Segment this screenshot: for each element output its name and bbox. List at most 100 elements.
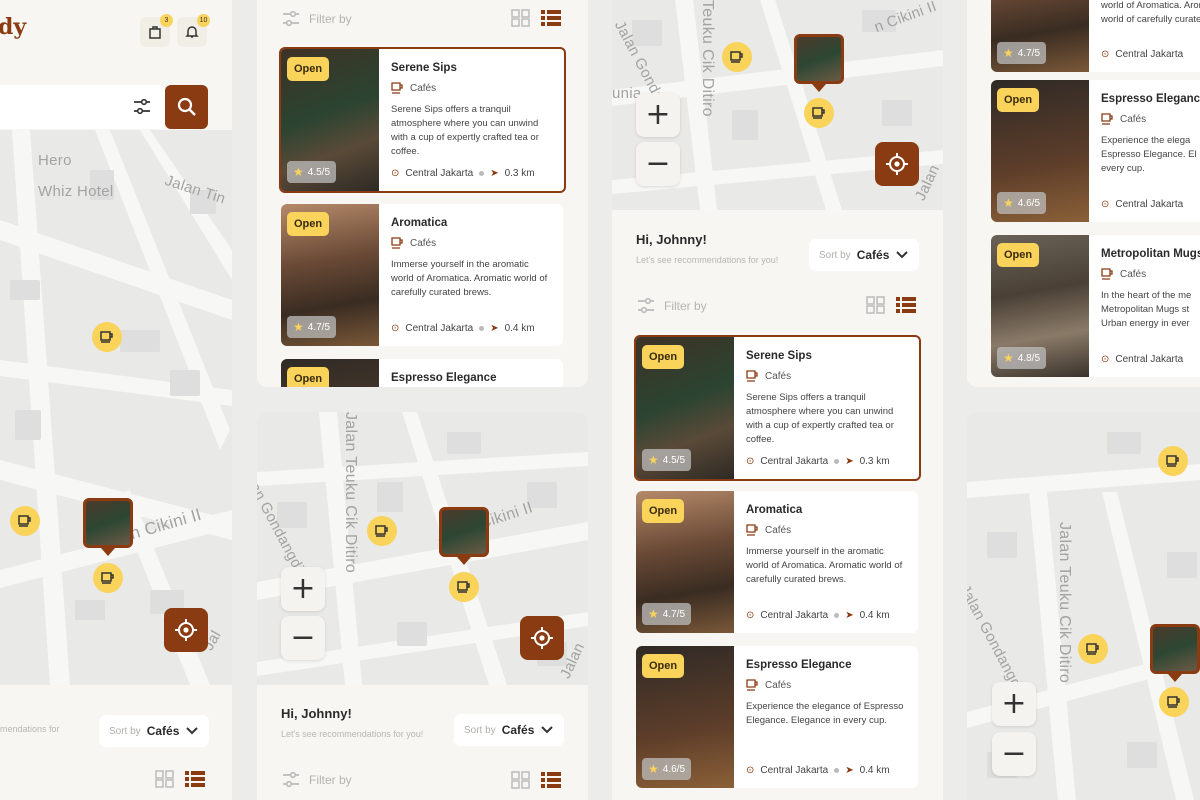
grid-view-icon[interactable]	[511, 9, 531, 27]
shop-name: Espresso Eleganc	[1101, 93, 1200, 105]
navigation-arrow-icon: ➤	[845, 456, 854, 467]
shop-category: Cafés	[391, 237, 553, 249]
notification-button[interactable]: 10	[177, 14, 210, 47]
sort-dropdown[interactable]: Sort by Cafés	[809, 239, 920, 271]
filter-by-button[interactable]: Filter by	[281, 10, 352, 28]
sort-value: Cafés	[856, 248, 890, 262]
cafe-pin[interactable]	[93, 563, 123, 593]
grid-view-icon[interactable]	[866, 296, 886, 314]
grid-view-icon[interactable]	[155, 770, 175, 788]
shop-meta: ⊙ Central Jakarta ➤ 0.3 km	[391, 168, 535, 179]
zoom-out-button[interactable]: −	[636, 142, 680, 186]
minus-icon: −	[1001, 736, 1027, 771]
view-toggle[interactable]	[866, 296, 916, 314]
coffee-cup-icon	[1086, 643, 1099, 655]
list-view-icon[interactable]	[896, 296, 916, 314]
bag-button[interactable]: 3	[140, 14, 173, 47]
shop-name: Serene Sips	[746, 350, 812, 362]
coffee-cup-icon	[101, 572, 114, 584]
coffee-cup-icon	[391, 82, 403, 94]
cafe-pin[interactable]	[722, 42, 752, 72]
shop-photo: Open ★ 4.6/5	[636, 646, 734, 788]
shop-card-espresso-elegance-partial[interactable]: Open ★ 4.6/5 Espresso Eleganc Cafés Exper…	[991, 80, 1200, 222]
zoom-out-button[interactable]: −	[992, 732, 1036, 776]
crosshair-icon	[531, 627, 553, 649]
open-badge: Open	[287, 367, 330, 387]
shop-description: Experience the elegance of Espresso Eleg…	[746, 701, 904, 726]
shop-category: Cafés	[746, 679, 908, 691]
rating-badge: ★ 4.7/5	[642, 603, 692, 625]
cafe-pin[interactable]	[449, 572, 479, 602]
grid-view-icon[interactable]	[511, 771, 531, 789]
selected-cafe-photo-pin[interactable]	[439, 507, 489, 557]
search-bar[interactable]	[0, 85, 165, 129]
chevron-down-icon	[541, 726, 554, 734]
photo-pin-tail	[812, 84, 826, 92]
shop-name: Espresso Elegance	[746, 659, 852, 671]
street-teuku: Jalan Teuku Cik Ditiro	[342, 412, 359, 574]
street-teuku: Teuku Cik Ditiro	[699, 0, 716, 117]
cafe-pin[interactable]	[804, 98, 834, 128]
map-view-1[interactable]: Hero Whiz Hotel Jalan Tin n Cikini II Ja…	[0, 130, 232, 685]
shop-card-metropolitan-mugs[interactable]: Open ★ 4.8/5 Metropolitan Mugs Cafés In t…	[991, 235, 1200, 377]
rating-badge: ★ 4.5/5	[642, 449, 692, 471]
shop-meta: ⊙ Central Jakarta	[1101, 199, 1184, 210]
cafe-pin[interactable]	[92, 322, 122, 352]
map-view-3[interactable]: Teuku Cik Ditiro Jalan Gondangdi unia Ja…	[612, 0, 943, 210]
shop-description: In the heart of the me Metropolitan Mugs…	[1101, 290, 1192, 329]
shop-card-aromatica-partial[interactable]: ★4.7/5 world of Aromatica. Aromatic worl…	[991, 0, 1200, 72]
zoom-in-button[interactable]: +	[281, 567, 325, 611]
zoom-in-button[interactable]: +	[636, 93, 680, 137]
cafe-pin[interactable]	[1078, 634, 1108, 664]
shop-card-espresso-elegance[interactable]: Open ★ 4.6/5 Espresso Elegance Cafés Expe…	[636, 646, 918, 788]
shop-photo: Open ★ 4.6/5	[991, 80, 1089, 222]
shop-meta: ⊙ Central Jakarta ➤ 0.4 km	[746, 610, 890, 621]
list-view-icon[interactable]	[185, 770, 205, 788]
sort-dropdown[interactable]: Sort by Cafés	[99, 715, 210, 747]
shop-card-serene-sips[interactable]: Open ★ 4.5/5 Serene Sips Cafés Serene Sip…	[634, 335, 921, 481]
cafe-pin[interactable]	[10, 506, 40, 536]
location-pin-icon: ⊙	[746, 610, 755, 621]
filter-by-button[interactable]: Filter by	[636, 297, 707, 315]
zoom-out-button[interactable]: −	[281, 616, 325, 660]
street-hero: Hero	[38, 152, 72, 169]
cafe-pin[interactable]	[367, 516, 397, 546]
rating-badge: ★ 4.5/5	[287, 161, 337, 183]
filter-sliders-icon[interactable]	[132, 98, 152, 116]
screen-4-map: Jalan Teuku Cik Ditiro Jalan Gondangdi +…	[967, 412, 1200, 800]
shop-photo: Open	[281, 359, 379, 387]
cafe-pin[interactable]	[1158, 446, 1188, 476]
view-toggle[interactable]	[155, 770, 205, 788]
shop-card-aromatica[interactable]: Open ★ 4.7/5 Aromatica Cafés Immerse your…	[636, 491, 918, 633]
filter-sliders-icon	[283, 771, 299, 788]
coffee-cup-icon	[730, 51, 743, 63]
shop-name: Serene Sips	[391, 62, 457, 74]
map-view-4[interactable]: Jalan Teuku Cik Ditiro Jalan Gondangdi +…	[967, 412, 1200, 800]
locate-me-button[interactable]	[164, 608, 208, 652]
view-toggle[interactable]	[511, 9, 561, 27]
search-button[interactable]	[165, 85, 208, 129]
sort-dropdown[interactable]: Sort by Cafés	[454, 714, 565, 746]
selected-cafe-photo-pin[interactable]	[794, 34, 844, 84]
list-view-icon[interactable]	[541, 771, 561, 789]
cafe-pin[interactable]	[1159, 687, 1189, 717]
filter-by-button[interactable]: Filter by	[281, 771, 352, 789]
locate-me-button[interactable]	[875, 142, 919, 186]
zoom-in-button[interactable]: +	[992, 682, 1036, 726]
shop-photo: Open ★ 4.8/5	[991, 235, 1089, 377]
coffee-cup-icon	[1167, 696, 1180, 708]
sort-label: Sort by	[464, 724, 496, 736]
shop-card-espresso-elegance[interactable]: Open Espresso Elegance	[281, 359, 563, 387]
sort-value: Cafés	[501, 723, 535, 737]
shop-card-serene-sips[interactable]: Open ★ 4.5/5 Serene Sips Cafés Serene Sip…	[279, 47, 566, 193]
map-view-2[interactable]: Jalan Teuku Cik Ditiro an Gondangdi Jala…	[257, 412, 588, 685]
selected-cafe-photo-pin[interactable]	[1150, 624, 1200, 674]
plus-icon: +	[290, 571, 316, 606]
view-toggle[interactable]	[511, 771, 561, 789]
shop-card-aromatica[interactable]: Open ★ 4.7/5 Aromatica Cafés Immerse your…	[281, 204, 563, 346]
selected-cafe-photo-pin[interactable]	[83, 498, 133, 548]
list-view-icon[interactable]	[541, 9, 561, 27]
locate-me-button[interactable]	[520, 616, 564, 660]
star-icon: ★	[1003, 196, 1014, 210]
sort-label: Sort by	[109, 725, 141, 737]
